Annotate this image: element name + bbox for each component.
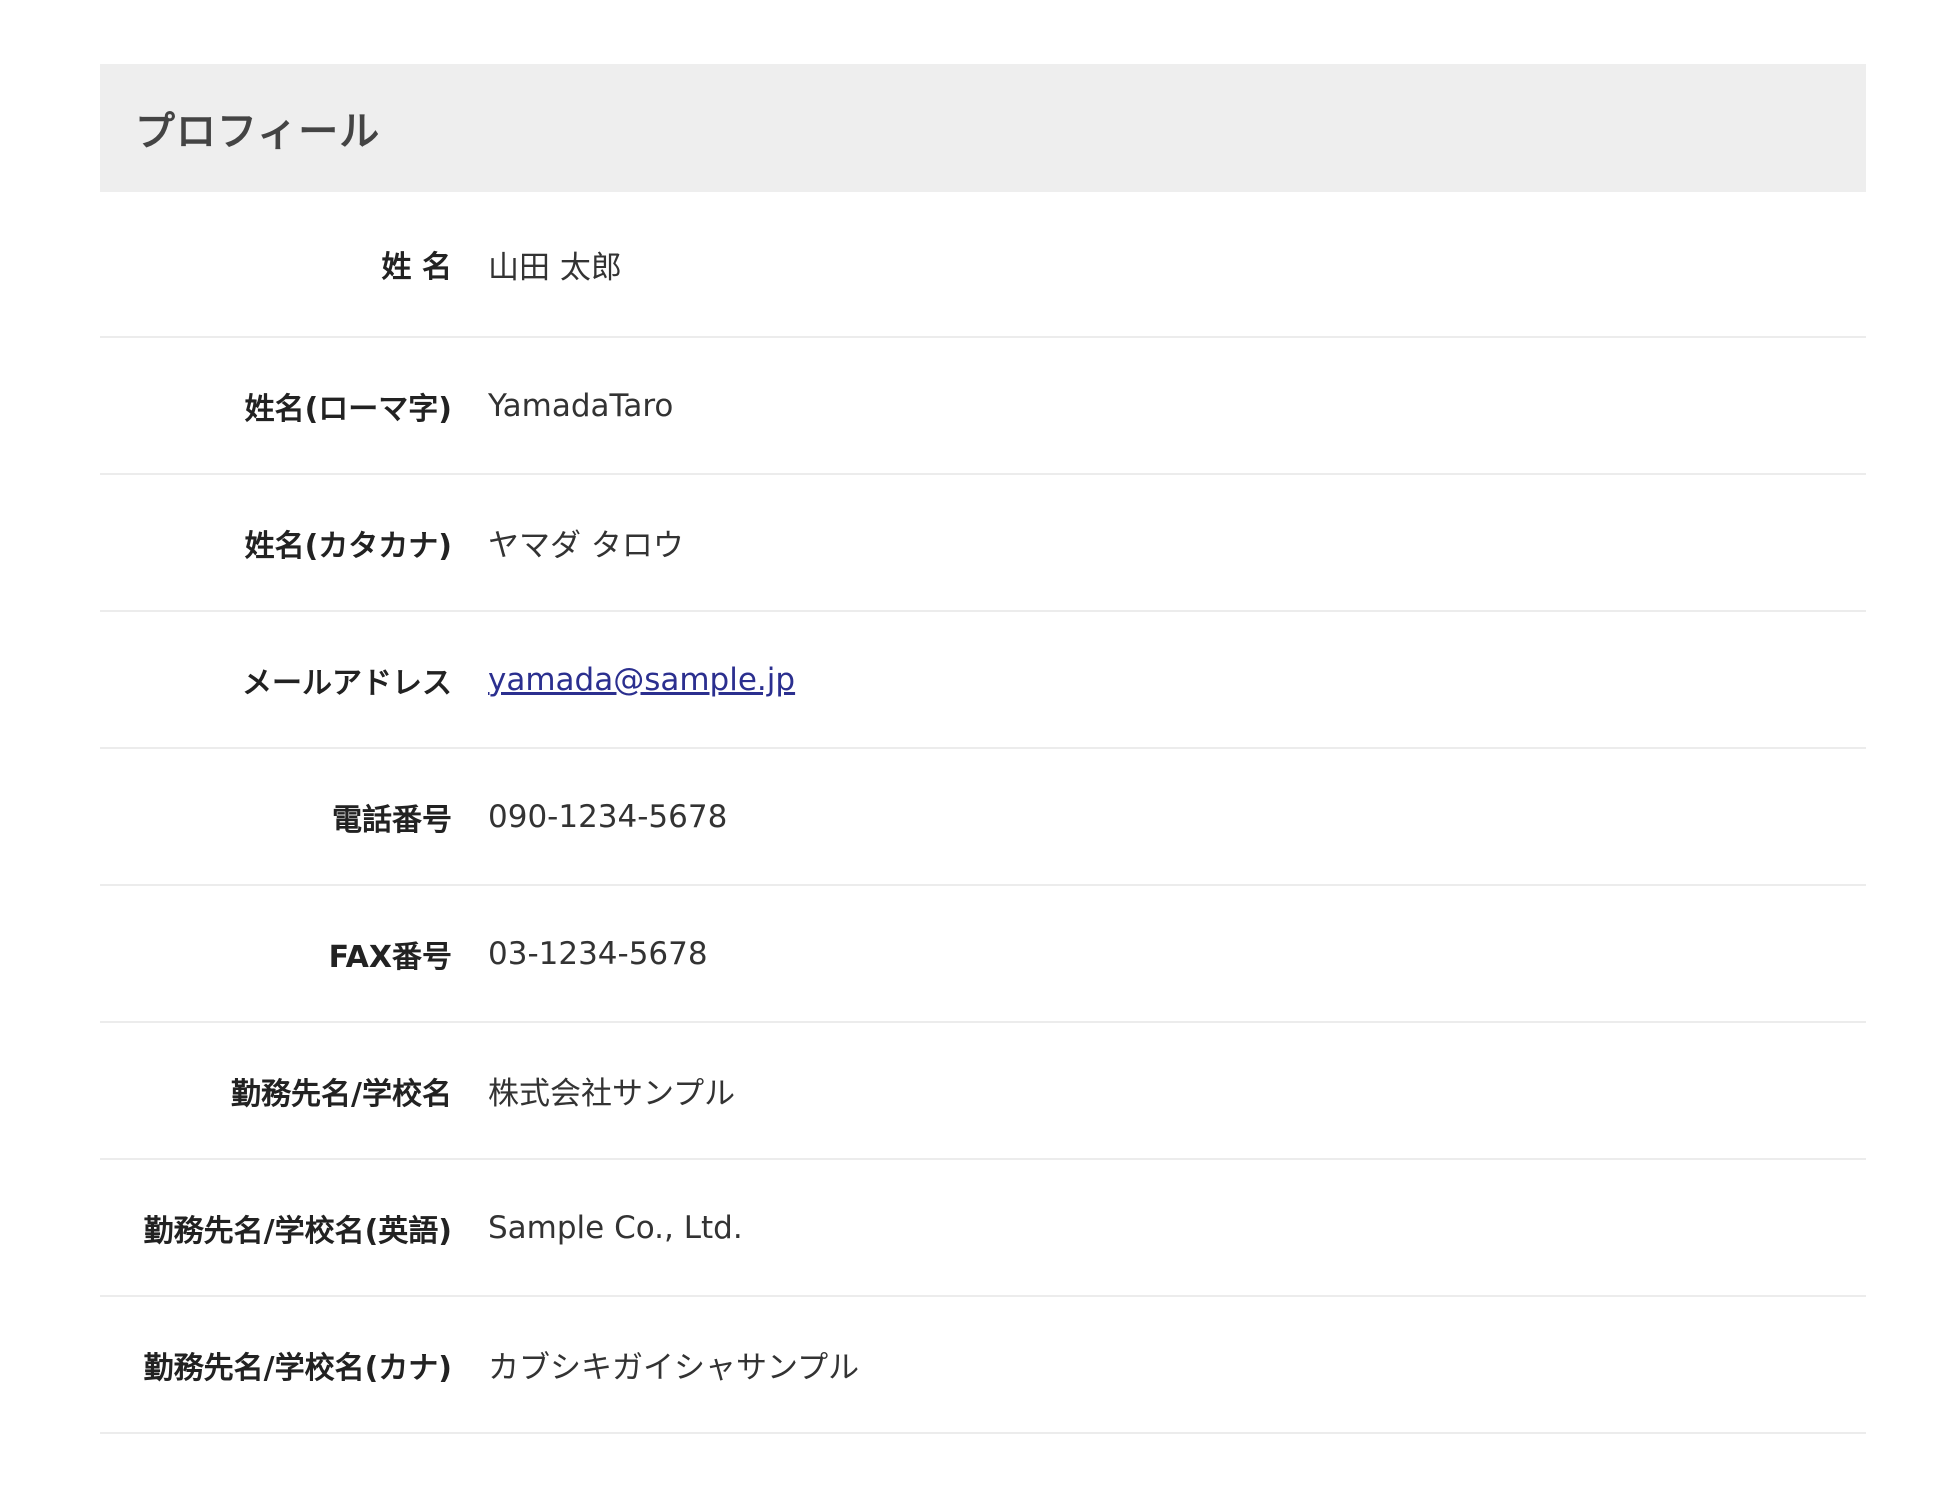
row-fax: FAX番号 03-1234-5678	[100, 886, 1866, 1023]
row-label: 姓名(カタカナ)	[244, 528, 452, 564]
row-value: 山田 太郎	[488, 249, 622, 286]
row-phone: 電話番号 090-1234-5678	[100, 749, 1866, 886]
profile-header: プロフィール	[100, 64, 1866, 192]
row-value: 03-1234-5678	[488, 935, 708, 972]
row-name: 姓 名 山田 太郎	[100, 192, 1866, 338]
row-value: 090-1234-5678	[488, 798, 728, 835]
row-label: 勤務先名/学校名(カナ)	[143, 1350, 452, 1386]
row-value: ヤマダ タロウ	[488, 528, 684, 564]
row-value: 株式会社サンプル	[488, 1076, 736, 1112]
row-name-katakana: 姓名(カタカナ) ヤマダ タロウ	[100, 475, 1866, 612]
row-label: FAX番号	[328, 939, 452, 975]
row-name-romaji: 姓名(ローマ字) YamadaTaro	[100, 338, 1866, 475]
row-value: カブシキガイシャサンプル	[488, 1350, 860, 1386]
profile-table: 姓 名 山田 太郎 姓名(ローマ字) YamadaTaro 姓名(カタカナ) ヤ…	[100, 192, 1866, 1434]
row-label: 姓名(ローマ字)	[244, 391, 452, 427]
row-label: メールアドレス	[242, 665, 452, 701]
row-email: メールアドレス yamada@sample.jp	[100, 612, 1866, 749]
row-company-english: 勤務先名/学校名(英語) Sample Co., Ltd.	[100, 1160, 1866, 1297]
row-value: YamadaTaro	[488, 387, 674, 424]
row-label: 姓 名	[381, 250, 452, 285]
row-label: 勤務先名/学校名	[231, 1076, 452, 1112]
row-company: 勤務先名/学校名 株式会社サンプル	[100, 1023, 1866, 1160]
row-value-container: yamada@sample.jp	[488, 662, 795, 698]
row-value: Sample Co., Ltd.	[488, 1209, 743, 1246]
email-link[interactable]: yamada@sample.jp	[488, 662, 795, 698]
row-label: 電話番号	[332, 802, 452, 838]
row-company-kana: 勤務先名/学校名(カナ) カブシキガイシャサンプル	[100, 1297, 1866, 1434]
page-title: プロフィール	[135, 109, 381, 155]
profile-panel: プロフィール 姓 名 山田 太郎 姓名(ローマ字) YamadaTaro 姓名(…	[100, 64, 1866, 1434]
row-label: 勤務先名/学校名(英語)	[143, 1213, 452, 1249]
